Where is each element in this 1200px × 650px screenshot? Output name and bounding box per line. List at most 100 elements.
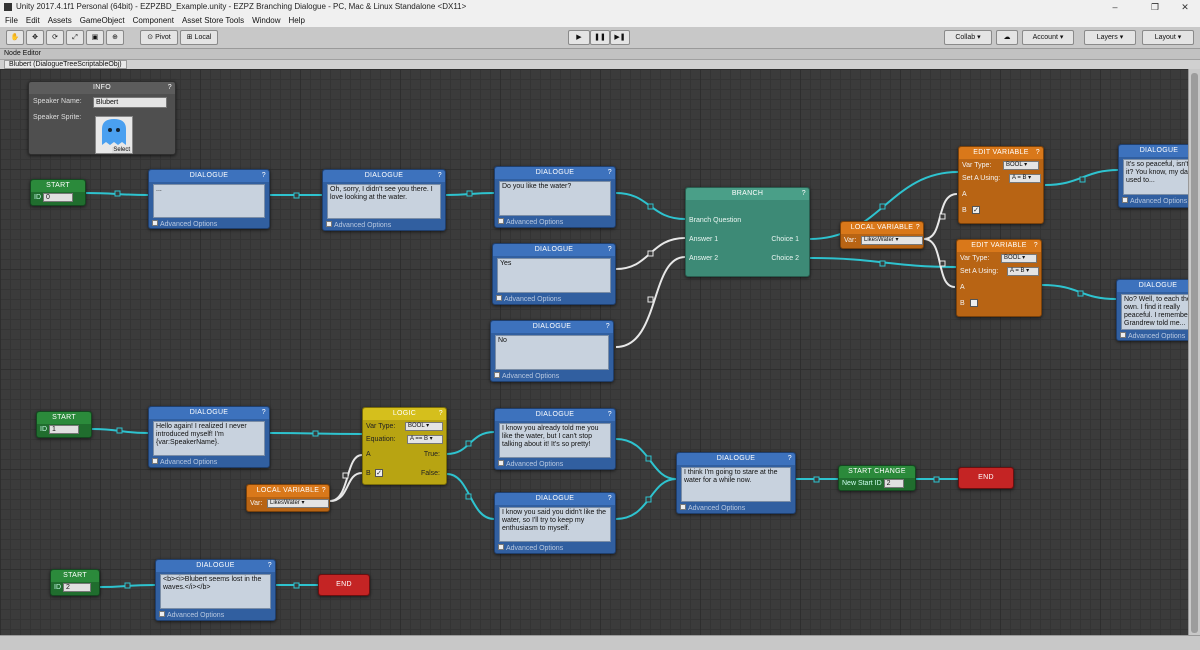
equation-dropdown[interactable]: A == B ▾ <box>407 435 443 444</box>
wire-knot[interactable] <box>466 190 473 197</box>
dialogue-node[interactable]: DIALOGUE? No Advanced Options <box>490 320 614 382</box>
wire-knot[interactable] <box>647 250 654 257</box>
help-icon[interactable]: ? <box>606 321 610 333</box>
scale-tool-icon[interactable]: ⤢ <box>66 30 84 45</box>
var-type-dropdown[interactable]: BOOL ▾ <box>405 422 443 431</box>
start-id-field[interactable]: 0 <box>42 192 73 202</box>
help-icon[interactable]: ? <box>802 188 806 200</box>
wire-knot[interactable] <box>1077 290 1084 297</box>
help-icon[interactable]: ? <box>1034 240 1038 252</box>
wire-knot[interactable] <box>813 476 820 483</box>
advanced-options-toggle[interactable]: Advanced Options <box>323 221 445 231</box>
wire-knot[interactable] <box>1079 176 1086 183</box>
dialogue-text-field[interactable]: ... <box>153 184 265 218</box>
dialogue-text-field[interactable]: Do you like the water? <box>499 181 611 216</box>
wire-knot[interactable] <box>465 440 472 447</box>
pivot-toggle[interactable]: ⊙ Pivot <box>140 30 178 45</box>
help-icon[interactable]: ? <box>608 493 612 505</box>
wire-knot[interactable] <box>879 203 886 210</box>
scrollbar-thumb[interactable] <box>1191 73 1198 633</box>
help-icon[interactable]: ? <box>608 409 612 421</box>
new-start-id-field[interactable]: 2 <box>883 478 904 488</box>
transform-tool-icon[interactable]: ⊕ <box>106 30 124 45</box>
wire-knot[interactable] <box>645 455 652 462</box>
advanced-options-toggle[interactable]: Advanced Options <box>1117 332 1188 342</box>
cloud-icon[interactable]: ☁ <box>996 30 1018 45</box>
rotate-tool-icon[interactable]: ⟳ <box>46 30 64 45</box>
move-tool-icon[interactable]: ✥ <box>26 30 44 45</box>
dialogue-text-field[interactable]: Oh, sorry, I didn't see you there. I lov… <box>327 184 441 219</box>
wire-knot[interactable] <box>879 260 886 267</box>
advanced-options-toggle[interactable]: Advanced Options <box>495 544 615 554</box>
wire-knot[interactable] <box>116 427 123 434</box>
menu-component[interactable]: Component <box>130 14 177 27</box>
var-dropdown[interactable]: LikesWater ▾ <box>861 236 923 245</box>
start-change-node[interactable]: START CHANGE New Start ID 2 <box>838 465 916 491</box>
vertical-scrollbar[interactable] <box>1188 69 1200 635</box>
node-canvas[interactable]: INFO? Speaker Name: Blubert Speaker Spri… <box>0 69 1188 635</box>
dialogue-node[interactable]: DIALOGUE? <b><i>Blubert seems lost in th… <box>155 559 276 621</box>
var-type-dropdown[interactable]: BOOL ▾ <box>1001 254 1037 263</box>
advanced-options-toggle[interactable]: Advanced Options <box>156 611 275 621</box>
select-sprite-button[interactable]: Select <box>112 147 131 153</box>
set-a-using-dropdown[interactable]: A = B ▾ <box>1007 267 1039 276</box>
help-icon[interactable]: ? <box>168 82 172 94</box>
help-icon[interactable]: ? <box>322 485 326 497</box>
dialogue-node[interactable]: DIALOGUE? I think I'm going to stare at … <box>676 452 796 514</box>
start-id-field[interactable]: 1 <box>48 424 79 434</box>
pause-button[interactable]: ❚❚ <box>590 30 610 45</box>
object-label[interactable]: Blubert (DialogueTreeScriptableObj) <box>4 60 127 69</box>
dialogue-text-field[interactable]: <b><i>Blubert seems lost in the waves.</… <box>160 574 271 609</box>
local-toggle[interactable]: ⊞ Local <box>180 30 218 45</box>
start-id-field[interactable]: 2 <box>62 582 91 592</box>
wire-knot[interactable] <box>293 582 300 589</box>
dialogue-node[interactable]: DIALOGUE? Hello again! I realized I neve… <box>148 406 270 468</box>
dialogue-node[interactable]: DIALOGUE? ... Advanced Options <box>148 169 270 229</box>
edit-variable-node[interactable]: EDIT VARIABLE? Var Type: BOOL ▾ Set A Us… <box>958 146 1044 224</box>
local-variable-node[interactable]: LOCAL VARIABLE? Var: LikesWater ▾ <box>840 221 924 249</box>
menu-edit[interactable]: Edit <box>23 14 43 27</box>
menu-gameobject[interactable]: GameObject <box>77 14 128 27</box>
dialogue-node[interactable]: DIALOGUE? I know you said you didn't lik… <box>494 492 616 554</box>
advanced-options-toggle[interactable]: Advanced Options <box>149 458 269 468</box>
menu-assets[interactable]: Assets <box>45 14 75 27</box>
wire-knot[interactable] <box>647 296 654 303</box>
help-icon[interactable]: ? <box>439 408 443 420</box>
horizontal-scrollbar[interactable] <box>0 635 1200 650</box>
hand-tool-icon[interactable]: ✋ <box>6 30 24 45</box>
dialogue-text-field[interactable]: Hello again! I realized I never introduc… <box>153 421 265 456</box>
close-button[interactable]: ✕ <box>1170 0 1200 14</box>
b-value-checkbox[interactable]: ✓ <box>972 206 980 214</box>
start-node[interactable]: START ID 2 <box>50 569 100 596</box>
help-icon[interactable]: ? <box>438 170 442 182</box>
logic-node[interactable]: LOGIC? Var Type: BOOL ▾ Equation: A == B… <box>362 407 447 485</box>
start-node[interactable]: START ID 0 <box>30 179 86 206</box>
dialogue-node[interactable]: DIALOGUE It's so peaceful, isn't it? You… <box>1118 144 1188 208</box>
dialogue-node[interactable]: DIALOGUE? Do you like the water? Advance… <box>494 166 616 228</box>
advanced-options-toggle[interactable]: Advanced Options <box>493 295 615 305</box>
dialogue-node[interactable]: DIALOGUE? Yes Advanced Options <box>492 243 616 305</box>
dialogue-text-field[interactable]: No <box>495 335 609 370</box>
collab-dropdown[interactable]: Collab ▾ <box>944 30 992 45</box>
local-variable-node[interactable]: LOCAL VARIABLE? Var: LikesWater ▾ <box>246 484 330 512</box>
layers-dropdown[interactable]: Layers ▾ <box>1084 30 1136 45</box>
var-type-dropdown[interactable]: BOOL ▾ <box>1003 161 1039 170</box>
b-value-checkbox[interactable] <box>970 299 978 307</box>
wire-knot[interactable] <box>293 192 300 199</box>
wire-knot[interactable] <box>342 472 349 479</box>
start-node[interactable]: START ID 1 <box>36 411 92 438</box>
wire-knot[interactable] <box>124 582 131 589</box>
menu-file[interactable]: File <box>2 14 21 27</box>
help-icon[interactable]: ? <box>916 222 920 234</box>
help-icon[interactable]: ? <box>262 407 266 419</box>
help-icon[interactable]: ? <box>608 244 612 256</box>
play-button[interactable]: ▶ <box>568 30 590 45</box>
menu-window[interactable]: Window <box>249 14 283 27</box>
edit-variable-node[interactable]: EDIT VARIABLE? Var Type: BOOL ▾ Set A Us… <box>956 239 1042 317</box>
wire-knot[interactable] <box>114 190 121 197</box>
dialogue-text-field[interactable]: No? Well, to each their own. I find it r… <box>1121 294 1188 330</box>
dialogue-text-field[interactable]: Yes <box>497 258 611 293</box>
minimize-button[interactable]: – <box>1100 0 1130 14</box>
speaker-name-field[interactable]: Blubert <box>93 97 167 108</box>
info-node[interactable]: INFO? Speaker Name: Blubert Speaker Spri… <box>28 81 176 155</box>
